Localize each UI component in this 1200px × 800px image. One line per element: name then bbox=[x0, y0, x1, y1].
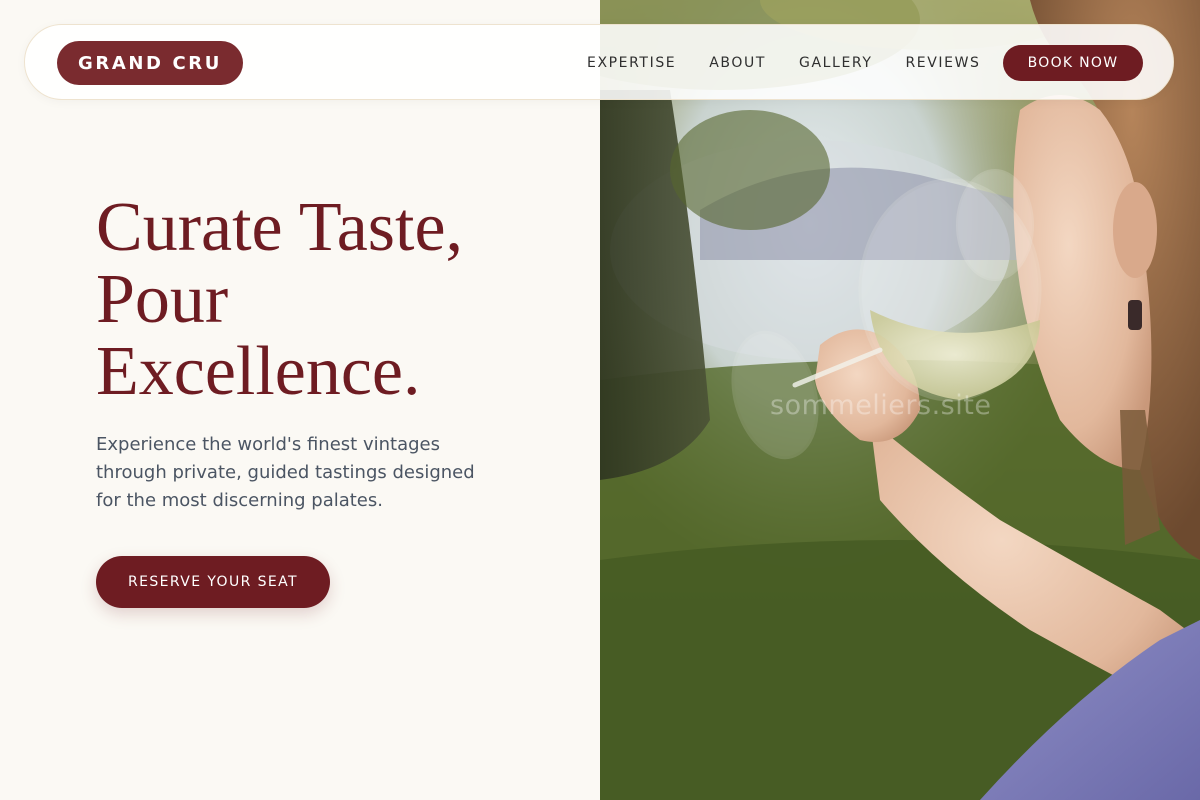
book-now-button[interactable]: BOOK NOW bbox=[1003, 45, 1143, 81]
nav-link-about[interactable]: ABOUT bbox=[709, 55, 766, 71]
hero-title-line: Curate Taste, bbox=[96, 189, 464, 266]
top-navbar: GRAND CRU EXPERTISE ABOUT GALLERY REVIEW… bbox=[24, 24, 1174, 100]
nav-link-expertise[interactable]: EXPERTISE bbox=[587, 55, 676, 71]
hero-description-line: Experience the world's finest vintages bbox=[96, 434, 440, 455]
hero-description-line: for the most discerning palates. bbox=[96, 490, 383, 511]
hero-description: Experience the world's finest vintages t… bbox=[96, 431, 516, 515]
hero-title-line: Pour bbox=[96, 261, 229, 338]
hero-title: Curate Taste, Pour Excellence. bbox=[96, 192, 576, 408]
nav-link-reviews[interactable]: REVIEWS bbox=[905, 55, 980, 71]
nav-link-gallery[interactable]: GALLERY bbox=[799, 55, 872, 71]
brand-logo[interactable]: GRAND CRU bbox=[57, 41, 243, 85]
hero-description-line: through private, guided tastings designe… bbox=[96, 462, 475, 483]
photo-watermark: sommeliers.site bbox=[770, 390, 992, 421]
hero-title-line: Excellence. bbox=[96, 333, 421, 410]
nav-links: EXPERTISE ABOUT GALLERY REVIEWS bbox=[587, 25, 981, 101]
reserve-seat-button[interactable]: RESERVE YOUR SEAT bbox=[96, 556, 330, 608]
